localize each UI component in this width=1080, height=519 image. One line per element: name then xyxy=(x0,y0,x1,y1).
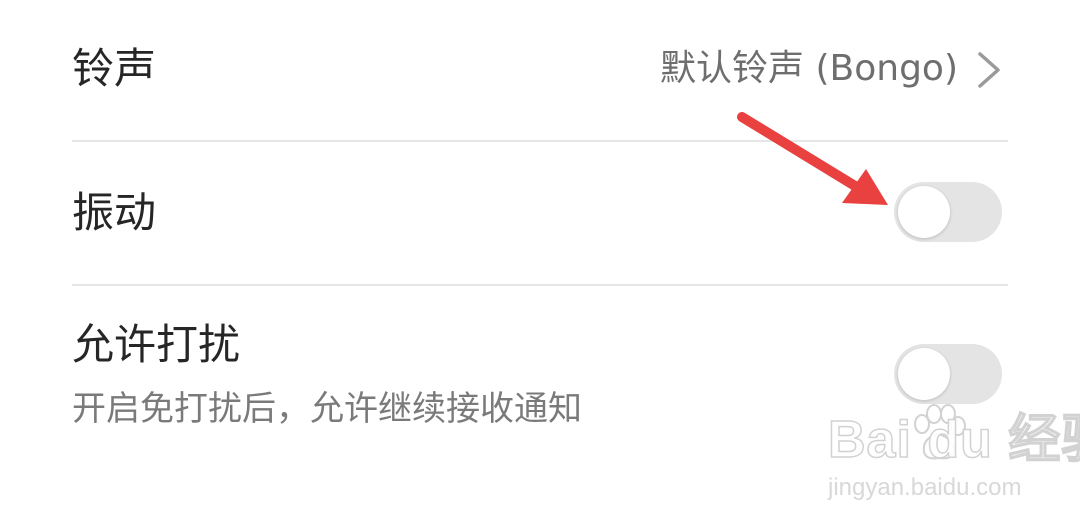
red-arrow-icon xyxy=(737,112,888,205)
ringtone-title: 铃声 xyxy=(72,44,157,93)
toggle-knob xyxy=(898,348,950,400)
vibrate-toggle[interactable] xyxy=(894,182,1002,242)
ringtone-value: 默认铃声 (Bongo) xyxy=(660,48,958,89)
baidu-url-text: jingyan.baidu.com xyxy=(828,474,1022,501)
allow-interrupt-title: 允许打扰 xyxy=(72,320,241,369)
settings-screen: 铃声 默认铃声 (Bongo) 振动 允许打扰 开启免打扰后，允许继续接收通知 xyxy=(0,0,1080,519)
allow-interrupt-subtitle: 开启免打扰后，允许继续接收通知 xyxy=(72,389,582,429)
baidu-watermark: Bai du 经验 jingyan.baidu.com xyxy=(822,402,1080,514)
chevron-right-icon xyxy=(978,52,1000,88)
vibrate-title: 振动 xyxy=(72,188,157,237)
baidu-logo-text: Bai du 经验 xyxy=(827,411,1080,469)
allow-interrupt-toggle[interactable] xyxy=(894,344,1002,404)
toggle-knob xyxy=(898,186,950,238)
